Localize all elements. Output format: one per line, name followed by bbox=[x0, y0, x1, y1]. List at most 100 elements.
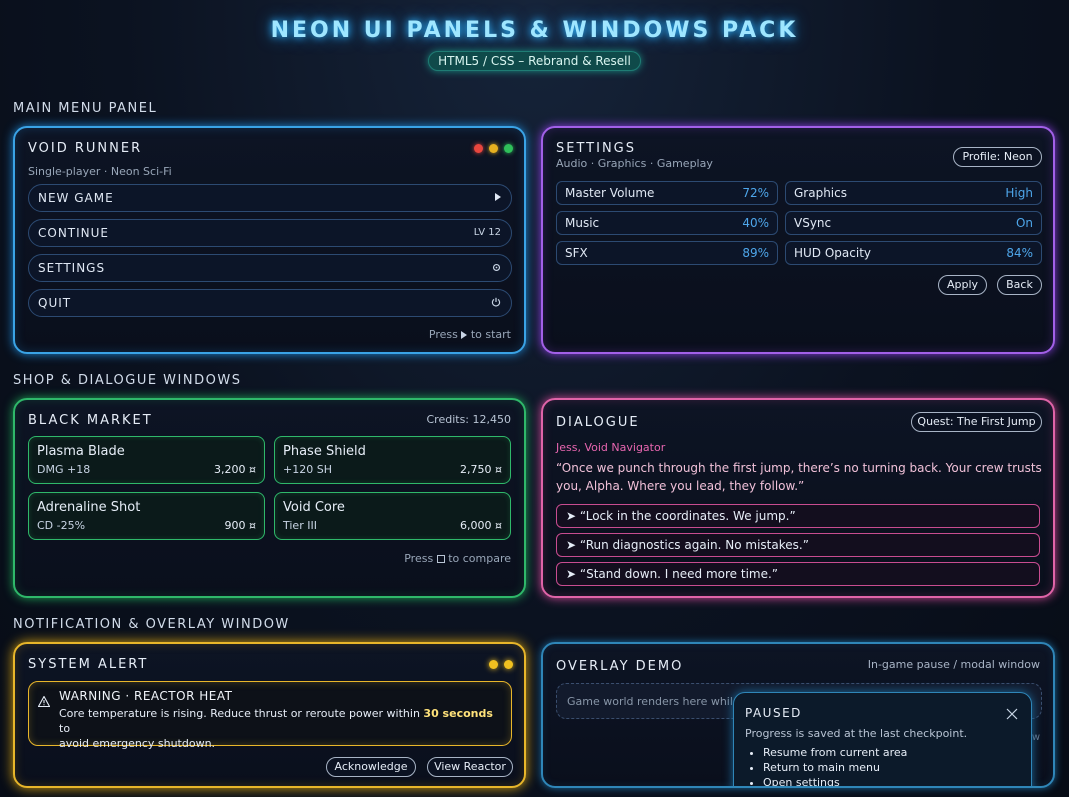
settings-label: SETTINGS bbox=[38, 261, 106, 275]
hud-opacity-row[interactable]: HUD Opacity 84% bbox=[785, 241, 1042, 265]
music-label: Music bbox=[565, 216, 600, 230]
overlay-subtitle: In-game pause / modal window bbox=[867, 658, 1040, 671]
start-hint: Press to start bbox=[429, 328, 511, 341]
new-game-button[interactable]: NEW GAME bbox=[28, 184, 512, 212]
item-name: Phase Shield bbox=[283, 444, 366, 459]
graphics-value: High bbox=[1005, 186, 1033, 200]
gear-icon bbox=[492, 255, 501, 281]
graphics-row[interactable]: Graphics High bbox=[785, 181, 1042, 205]
alert-dot-2 bbox=[504, 660, 513, 669]
hud-opacity-label: HUD Opacity bbox=[794, 246, 872, 260]
main-menu-panel: VOID RUNNER Single-player · Neon Sci-Fi … bbox=[13, 126, 526, 354]
graphics-label: Graphics bbox=[794, 186, 847, 200]
open-settings-option[interactable]: Open settings bbox=[763, 775, 907, 786]
pause-options: Resume from current area Return to main … bbox=[763, 745, 907, 786]
item-stat: CD -25% bbox=[37, 519, 86, 532]
power-icon bbox=[491, 290, 501, 316]
game-world-text: Game world renders here while bbox=[567, 695, 740, 708]
alert-title: SYSTEM ALERT bbox=[28, 657, 149, 672]
item-price: 2,750 ¤ bbox=[460, 463, 502, 476]
item-name: Void Core bbox=[283, 500, 345, 515]
pause-title: PAUSED bbox=[745, 706, 802, 720]
vsync-value: On bbox=[1015, 216, 1033, 230]
item-price: 900 ¤ bbox=[224, 519, 257, 532]
shop-item-void-core[interactable]: Void Core Tier III 6,000 ¤ bbox=[274, 492, 511, 540]
item-price: 3,200 ¤ bbox=[214, 463, 256, 476]
dialogue-title: DIALOGUE bbox=[556, 415, 640, 430]
warning-body: Core temperature is rising. Reduce thrus… bbox=[59, 706, 504, 751]
dialogue-choice-2[interactable]: ➤ “Run diagnostics again. No mistakes.” bbox=[556, 533, 1040, 557]
section-main-menu: MAIN MENU PANEL bbox=[13, 101, 158, 116]
item-stat: +120 SH bbox=[283, 463, 332, 476]
compare-hint-text: to compare bbox=[448, 552, 511, 565]
main-menu-subtitle: Single-player · Neon Sci-Fi bbox=[28, 165, 172, 178]
item-stat: Tier III bbox=[283, 519, 317, 532]
warning-body-tail: to bbox=[59, 722, 71, 735]
continue-label: CONTINUE bbox=[38, 226, 110, 240]
main-menu-title: VOID RUNNER bbox=[28, 141, 143, 156]
quit-label: QUIT bbox=[38, 296, 72, 310]
overlay-title: OVERLAY DEMO bbox=[556, 659, 684, 674]
apply-button[interactable]: Apply bbox=[938, 275, 987, 295]
settings-panel: SETTINGS Audio · Graphics · Gameplay Pro… bbox=[541, 126, 1055, 354]
alert-dot-1 bbox=[489, 660, 498, 669]
warning-body-line2: avoid emergency shutdown. bbox=[59, 737, 216, 750]
pause-description: Progress is saved at the last checkpoint… bbox=[745, 727, 968, 740]
sfx-row[interactable]: SFX 89% bbox=[556, 241, 778, 265]
settings-subtitle: Audio · Graphics · Gameplay bbox=[556, 157, 713, 170]
continue-button[interactable]: CONTINUE LV 12 bbox=[28, 219, 512, 247]
settings-button[interactable]: SETTINGS bbox=[28, 254, 512, 282]
new-game-label: NEW GAME bbox=[38, 191, 114, 205]
level-badge: LV 12 bbox=[473, 227, 501, 238]
acknowledge-button[interactable]: Acknowledge bbox=[326, 757, 416, 777]
master-volume-row[interactable]: Master Volume 72% bbox=[556, 181, 778, 205]
vsync-label: VSync bbox=[794, 216, 832, 230]
hud-opacity-value: 84% bbox=[1006, 246, 1033, 260]
profile-button[interactable]: Profile: Neon bbox=[953, 147, 1042, 167]
window-dot-yellow[interactable] bbox=[489, 144, 498, 153]
speaker-name: Jess, Void Navigator bbox=[556, 441, 666, 454]
section-shop-dialogue: SHOP & DIALOGUE WINDOWS bbox=[13, 373, 242, 388]
page-title: NEON UI PANELS & WINDOWS PACK bbox=[270, 18, 799, 43]
credits-display: Credits: 12,450 bbox=[426, 413, 511, 426]
master-volume-value: 72% bbox=[742, 186, 769, 200]
window-dot-green[interactable] bbox=[504, 144, 513, 153]
warning-icon bbox=[37, 692, 51, 711]
quest-badge[interactable]: Quest: The First Jump bbox=[911, 412, 1042, 432]
music-value: 40% bbox=[742, 216, 769, 230]
music-row[interactable]: Music 40% bbox=[556, 211, 778, 235]
dialogue-choice-1[interactable]: ➤ “Lock in the coordinates. We jump.” bbox=[556, 504, 1040, 528]
settings-title: SETTINGS bbox=[556, 141, 637, 156]
shop-title: BLACK MARKET bbox=[28, 413, 153, 428]
shop-item-adrenaline-shot[interactable]: Adrenaline Shot CD -25% 900 ¤ bbox=[28, 492, 265, 540]
dialogue-choice-3[interactable]: ➤ “Stand down. I need more time.” bbox=[556, 562, 1040, 586]
shop-item-plasma-blade[interactable]: Plasma Blade DMG +18 3,200 ¤ bbox=[28, 436, 265, 484]
back-button[interactable]: Back bbox=[997, 275, 1042, 295]
item-name: Adrenaline Shot bbox=[37, 500, 141, 515]
main-menu-option[interactable]: Return to main menu bbox=[763, 760, 907, 775]
compare-hint-press: Press bbox=[404, 552, 434, 565]
master-volume-label: Master Volume bbox=[565, 186, 655, 200]
quit-button[interactable]: QUIT bbox=[28, 289, 512, 317]
start-hint-text: to start bbox=[470, 328, 511, 341]
section-notification: NOTIFICATION & OVERLAY WINDOW bbox=[13, 617, 290, 632]
system-alert-panel: SYSTEM ALERT WARNING · REACTOR HEAT Core… bbox=[13, 642, 526, 788]
warning-countdown: 30 seconds bbox=[423, 707, 493, 720]
shop-panel: BLACK MARKET Credits: 12,450 Plasma Blad… bbox=[13, 398, 526, 598]
close-icon[interactable] bbox=[1006, 705, 1020, 720]
window-dot-red[interactable] bbox=[474, 144, 483, 153]
warning-body-text: Core temperature is rising. Reduce thrus… bbox=[59, 707, 424, 720]
view-reactor-button[interactable]: View Reactor bbox=[427, 757, 513, 777]
item-name: Plasma Blade bbox=[37, 444, 125, 459]
dialogue-text: “Once we punch through the first jump, t… bbox=[556, 461, 1042, 493]
item-price: 6,000 ¤ bbox=[460, 519, 502, 532]
pause-modal: PAUSED Progress is saved at the last che… bbox=[733, 692, 1032, 786]
warning-title: WARNING · REACTOR HEAT bbox=[59, 689, 233, 703]
play-icon bbox=[495, 185, 501, 211]
resume-option[interactable]: Resume from current area bbox=[763, 745, 907, 760]
dialogue-panel: DIALOGUE Quest: The First Jump Jess, Voi… bbox=[541, 398, 1055, 598]
square-button-icon bbox=[436, 552, 445, 565]
shop-item-phase-shield[interactable]: Phase Shield +120 SH 2,750 ¤ bbox=[274, 436, 511, 484]
vsync-row[interactable]: VSync On bbox=[785, 211, 1042, 235]
overlay-demo-panel: OVERLAY DEMO In-game pause / modal windo… bbox=[541, 642, 1055, 788]
